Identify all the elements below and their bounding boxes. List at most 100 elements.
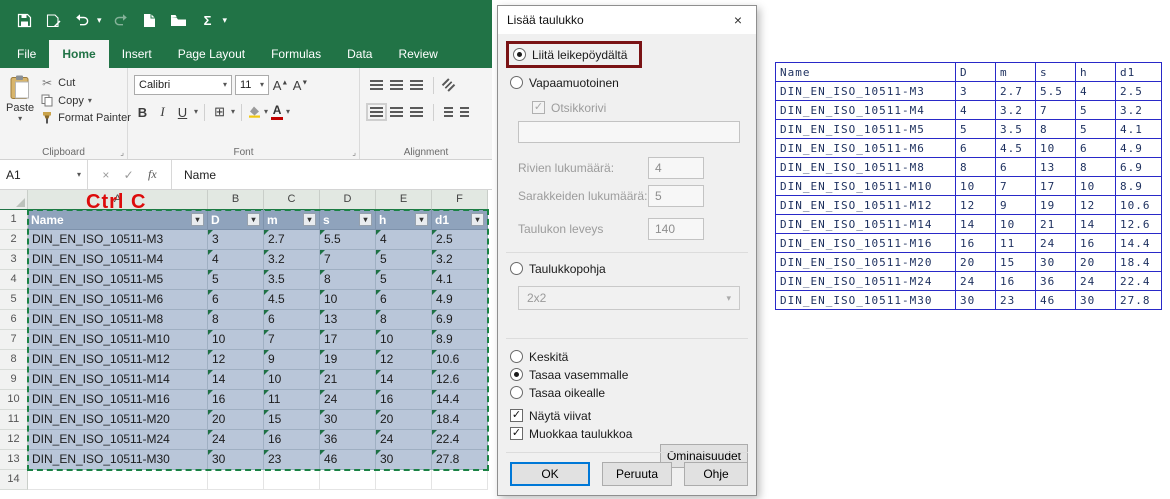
sheet-cell[interactable]: 12.6 <box>432 370 488 390</box>
tab-page-layout[interactable]: Page Layout <box>165 40 258 68</box>
row-number[interactable]: 13 <box>0 450 28 470</box>
sheet-cell[interactable]: 22.4 <box>432 430 488 450</box>
align-middle-icon[interactable] <box>390 80 403 90</box>
sheet-cell[interactable] <box>320 470 376 490</box>
align-center-icon[interactable] <box>390 107 403 117</box>
row-number[interactable]: 5 <box>0 290 28 310</box>
filter-button[interactable]: ▾ <box>415 213 428 226</box>
sheet-cell[interactable]: 10.6 <box>432 350 488 370</box>
sheet-cell[interactable] <box>376 470 432 490</box>
sheet-cell[interactable]: DIN_EN_ISO_10511-M10 <box>28 330 208 350</box>
italic-button[interactable]: I <box>154 104 171 120</box>
sheet-cell[interactable]: 17 <box>320 330 376 350</box>
align-right-icon[interactable] <box>410 107 423 117</box>
decrease-indent-icon[interactable] <box>444 107 453 117</box>
row-number[interactable]: 7 <box>0 330 28 350</box>
sheet-cell[interactable]: 30 <box>208 450 264 470</box>
font-color-button[interactable]: A <box>271 105 283 120</box>
align-top-icon[interactable] <box>370 80 383 90</box>
sheet-cell[interactable]: 6 <box>208 290 264 310</box>
column-header-E[interactable]: E <box>376 190 432 210</box>
sheet-cell[interactable]: 8.9 <box>432 330 488 350</box>
sheet-cell[interactable]: 5 <box>208 270 264 290</box>
font-name-select[interactable]: Calibri ▾ <box>134 75 232 95</box>
sheet-cell[interactable]: DIN_EN_ISO_10511-M6 <box>28 290 208 310</box>
sheet-cell[interactable]: 4 <box>208 250 264 270</box>
filter-button[interactable]: ▾ <box>359 213 372 226</box>
sheet-cell[interactable]: 3.5 <box>264 270 320 290</box>
column-header-D[interactable]: D <box>320 190 376 210</box>
name-box[interactable]: A1 ▾ <box>0 160 88 189</box>
sheet-cell[interactable]: 3 <box>208 230 264 250</box>
bold-button[interactable]: B <box>134 105 151 120</box>
orientation-icon[interactable] <box>442 78 455 91</box>
sheet-cell[interactable]: 5 <box>376 270 432 290</box>
filter-button[interactable]: ▾ <box>471 213 484 226</box>
sheet-cell[interactable]: 8 <box>376 310 432 330</box>
sheet-cell[interactable]: 15 <box>264 410 320 430</box>
radio-align-right[interactable]: Tasaa oikealle <box>510 385 756 400</box>
ok-button[interactable]: OK <box>510 462 590 486</box>
sheet-cell[interactable]: 10 <box>264 370 320 390</box>
sheet-cell[interactable] <box>28 470 208 490</box>
radio-table-template[interactable]: Taulukkopohja <box>510 261 756 276</box>
sheet-cell[interactable]: DIN_EN_ISO_10511-M3 <box>28 230 208 250</box>
sheet-cell[interactable]: 5.5 <box>320 230 376 250</box>
sheet-cell[interactable] <box>208 470 264 490</box>
radio-paste-from-clipboard[interactable]: Liitä leikepöydältä <box>513 47 627 62</box>
sheet-header-cell[interactable]: s▾ <box>320 210 376 230</box>
copy-button[interactable]: Copy ▾ <box>40 94 131 107</box>
radio-freeform[interactable]: Vapaamuotoinen <box>510 75 756 90</box>
undo-options-icon[interactable]: ▾ <box>97 15 102 26</box>
sheet-cell[interactable]: 11 <box>264 390 320 410</box>
new-file-icon[interactable] <box>140 11 160 29</box>
sheet-cell[interactable]: 3.2 <box>432 250 488 270</box>
row-number[interactable]: 3 <box>0 250 28 270</box>
clipboard-dialog-launcher-icon[interactable]: ⌟ <box>120 148 124 157</box>
sheet-cell[interactable]: 23 <box>264 450 320 470</box>
row-number[interactable]: 4 <box>0 270 28 290</box>
sheet-cell[interactable]: 10 <box>208 330 264 350</box>
sheet-cell[interactable]: 30 <box>376 450 432 470</box>
sheet-cell[interactable]: 7 <box>264 330 320 350</box>
increase-indent-icon[interactable] <box>460 107 469 117</box>
sheet-cell[interactable]: 12 <box>208 350 264 370</box>
sheet-cell[interactable]: DIN_EN_ISO_10511-M16 <box>28 390 208 410</box>
sheet-cell[interactable]: 3.2 <box>264 250 320 270</box>
row-number[interactable]: 2 <box>0 230 28 250</box>
sheet-cell[interactable]: 13 <box>320 310 376 330</box>
checkbox-edit-table[interactable]: Muokkaa taulukkoa <box>510 426 756 441</box>
close-icon[interactable]: × <box>720 6 756 34</box>
sheet-cell[interactable]: 21 <box>320 370 376 390</box>
sheet-cell[interactable]: 4 <box>376 230 432 250</box>
font-size-select[interactable]: 11 ▾ <box>235 75 269 95</box>
row-number[interactable]: 8 <box>0 350 28 370</box>
sheet-cell[interactable]: 36 <box>320 430 376 450</box>
sheet-cell[interactable]: DIN_EN_ISO_10511-M5 <box>28 270 208 290</box>
row-number[interactable]: 14 <box>0 470 28 490</box>
sheet-cell[interactable]: 16 <box>376 390 432 410</box>
row-number[interactable]: 1 <box>0 210 28 230</box>
sheet-cell[interactable]: 30 <box>320 410 376 430</box>
formula-bar[interactable]: Name <box>172 160 492 189</box>
tab-home[interactable]: Home <box>49 40 108 68</box>
sheet-cell[interactable]: 8 <box>320 270 376 290</box>
sheet-cell[interactable] <box>264 470 320 490</box>
sheet-cell[interactable]: DIN_EN_ISO_10511-M24 <box>28 430 208 450</box>
sheet-cell[interactable]: 4.9 <box>432 290 488 310</box>
sheet-cell[interactable]: 16 <box>264 430 320 450</box>
sheet-cell[interactable]: 18.4 <box>432 410 488 430</box>
row-number[interactable]: 10 <box>0 390 28 410</box>
sheet-cell[interactable] <box>432 470 488 490</box>
sheet-cell[interactable]: 5 <box>376 250 432 270</box>
autosum-icon[interactable]: Σ <box>198 11 218 29</box>
decrease-font-size-icon[interactable]: A▼ <box>292 78 309 93</box>
underline-button[interactable]: U <box>174 105 191 120</box>
sheet-cell[interactable]: 2.5 <box>432 230 488 250</box>
filter-button[interactable]: ▾ <box>247 213 260 226</box>
undo-icon[interactable] <box>72 11 92 29</box>
redo-icon[interactable] <box>111 11 131 29</box>
sheet-cell[interactable]: 16 <box>208 390 264 410</box>
fill-color-button[interactable] <box>248 106 261 118</box>
sheet-cell[interactable]: DIN_EN_ISO_10511-M14 <box>28 370 208 390</box>
